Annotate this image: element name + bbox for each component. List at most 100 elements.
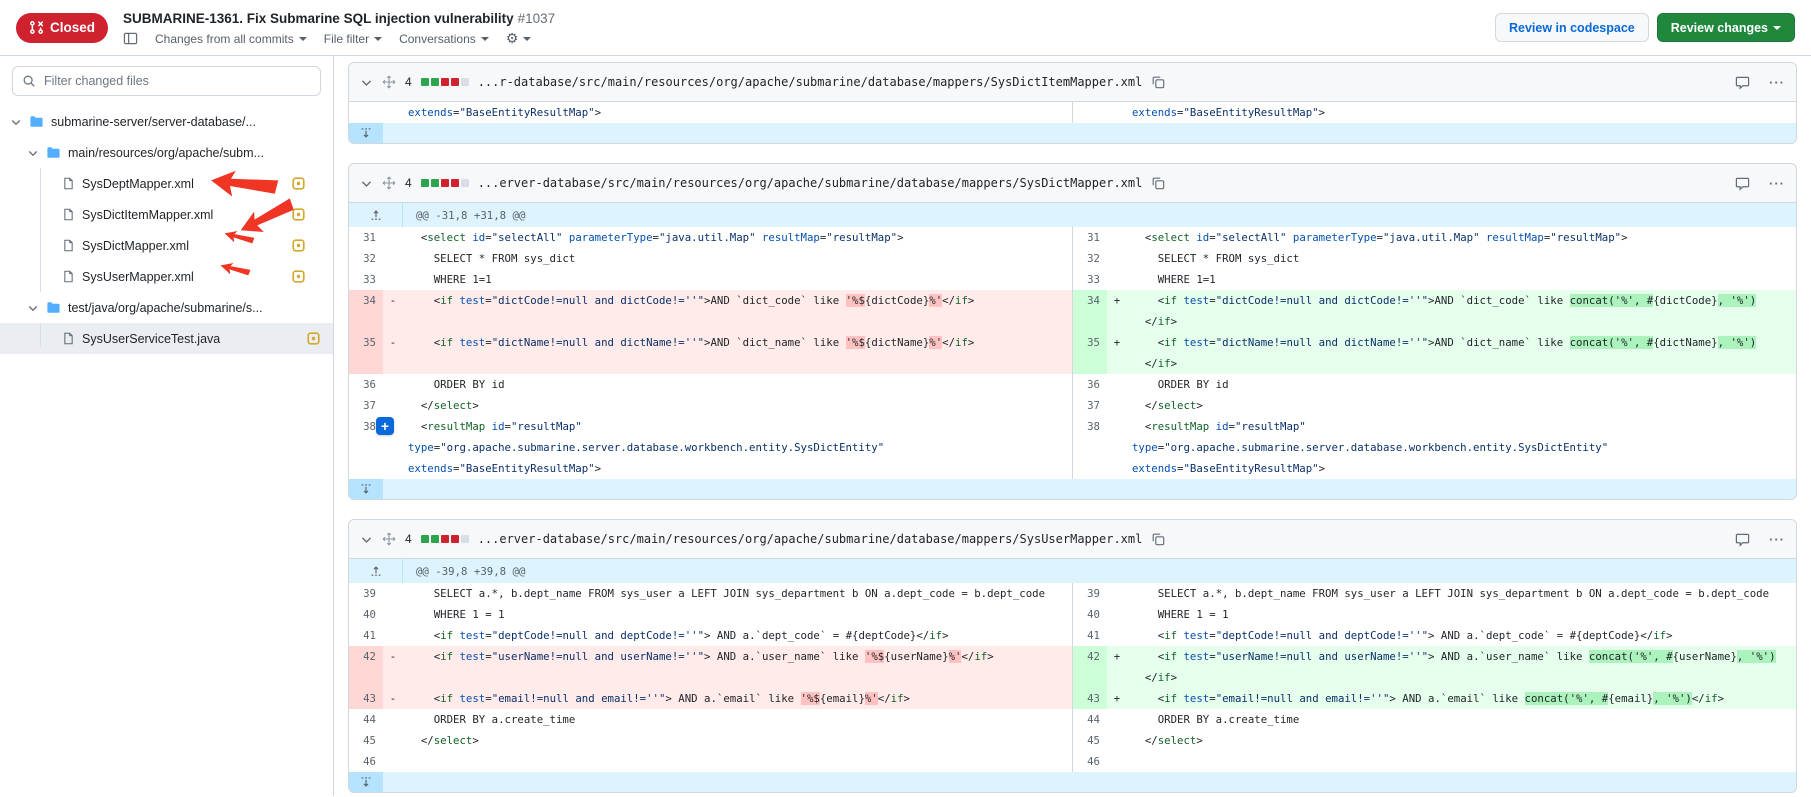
copy-path-icon[interactable] (1151, 532, 1165, 546)
line-number[interactable]: 42 (1073, 646, 1107, 688)
code-token: type (408, 441, 434, 454)
chevron-down-icon[interactable] (27, 147, 39, 159)
line-number[interactable]: 45 (349, 730, 383, 751)
code-token: > (472, 734, 478, 747)
code-cell (1127, 751, 1796, 772)
line-number[interactable]: 34 (349, 290, 383, 332)
comment-icon[interactable] (1735, 532, 1750, 547)
file-filter-dropdown[interactable]: File filter (324, 32, 382, 46)
line-number[interactable]: 46 (1073, 751, 1107, 772)
code-token: "dictCode!=null and dictCode!=''" (1216, 294, 1428, 307)
review-in-codespace-button[interactable]: Review in codespace (1495, 13, 1649, 42)
line-number[interactable]: 35 (349, 332, 383, 374)
tree-folder-test-java-org-apache-submarine-s-[interactable]: test/java/org/apache/submarine/s... (0, 292, 333, 323)
sidebar-toggle-icon[interactable] (123, 31, 138, 46)
code-token: , '%') (1718, 336, 1757, 349)
line-number[interactable]: 39 (1073, 583, 1107, 604)
file-filter-input[interactable] (42, 73, 311, 89)
code-token: test (1184, 336, 1210, 349)
tree-file-sysusermapper-xml[interactable]: SysUserMapper.xml (0, 261, 333, 292)
line-number[interactable]: 36 (1073, 374, 1107, 395)
tree-folder-main-resources-org-apache-subm-[interactable]: main/resources/org/apache/subm... (0, 137, 333, 168)
tree-file-sysuserservicetest-java[interactable]: SysUserServiceTest.java (0, 323, 333, 354)
line-number[interactable]: 46 (349, 751, 383, 772)
comment-icon[interactable] (1735, 176, 1750, 191)
code-token: id (1196, 231, 1209, 244)
code-cell (403, 751, 1072, 772)
line-number[interactable]: 31 (1073, 227, 1107, 248)
code-token: select (427, 231, 466, 244)
copy-path-icon[interactable] (1151, 176, 1165, 190)
diff-side-new: 41 <if test="deptCode!=null and deptCode… (1072, 625, 1796, 646)
tree-file-sysdictmapper-xml[interactable]: SysDictMapper.xml (0, 230, 333, 261)
diff-sign (1107, 102, 1127, 123)
line-number[interactable]: 37 (1073, 395, 1107, 416)
collapse-chevron-icon[interactable] (360, 76, 373, 89)
review-changes-button[interactable]: Review changes (1657, 13, 1795, 42)
diff-sign (1107, 416, 1127, 479)
kebab-menu-icon[interactable]: ··· (1769, 75, 1785, 90)
line-number[interactable]: 39 (349, 583, 383, 604)
code-token: %' (865, 692, 878, 705)
drag-handle-icon[interactable] (382, 176, 396, 190)
code-token: test (460, 692, 486, 705)
line-number[interactable]: 42 (349, 646, 383, 688)
copy-path-icon[interactable] (1151, 75, 1165, 89)
line-number[interactable]: 33 (1073, 269, 1107, 290)
diff-card: 4...r-database/src/main/resources/org/ap… (348, 62, 1797, 144)
line-number[interactable]: 43 (1073, 688, 1107, 709)
folder-icon (29, 114, 44, 129)
line-number[interactable] (1073, 102, 1107, 123)
tree-file-sysdictitemmapper-xml[interactable]: SysDictItemMapper.xml (0, 199, 333, 230)
line-number[interactable]: 32 (1073, 248, 1107, 269)
line-number[interactable]: 40 (1073, 604, 1107, 625)
collapse-chevron-icon[interactable] (360, 533, 373, 546)
line-number[interactable]: 43 (349, 688, 383, 709)
line-number[interactable]: 35 (1073, 332, 1107, 374)
tree-folder-submarine-server-server-database-[interactable]: submarine-server/server-database/... (0, 106, 333, 137)
line-number[interactable]: 41 (1073, 625, 1107, 646)
expand-down-button[interactable] (349, 479, 383, 499)
code-cell: ORDER BY id (1127, 374, 1796, 395)
drag-handle-icon[interactable] (382, 532, 396, 546)
add-comment-button[interactable]: + (376, 417, 394, 435)
file-path: ...erver-database/src/main/resources/org… (478, 176, 1143, 190)
code-token: > (987, 650, 993, 663)
tree-file-sysdeptmapper-xml[interactable]: SysDeptMapper.xml (0, 168, 333, 199)
line-number[interactable]: 37 (349, 395, 383, 416)
expand-up-button[interactable] (349, 559, 403, 583)
line-number[interactable]: 36 (349, 374, 383, 395)
code-cell: <if test="deptCode!=null and deptCode!='… (403, 625, 1072, 646)
line-number[interactable]: 41 (349, 625, 383, 646)
kebab-menu-icon[interactable]: ··· (1769, 176, 1785, 191)
line-number[interactable]: 44 (349, 709, 383, 730)
line-number[interactable]: 44 (1073, 709, 1107, 730)
diff-card: 4...erver-database/src/main/resources/or… (348, 519, 1797, 793)
line-number[interactable]: 31 (349, 227, 383, 248)
conversations-dropdown[interactable]: Conversations (399, 32, 489, 46)
gear-dropdown[interactable]: ⚙ (506, 30, 532, 47)
kebab-menu-icon[interactable]: ··· (1769, 532, 1785, 547)
chevron-down-icon[interactable] (10, 116, 22, 128)
chevron-down-icon[interactable] (27, 302, 39, 314)
code-token: > (1666, 629, 1672, 642)
collapse-chevron-icon[interactable] (360, 177, 373, 190)
code-token: '%$ (801, 692, 820, 705)
line-number[interactable]: 40 (349, 604, 383, 625)
expand-down-button[interactable] (349, 772, 383, 792)
line-number[interactable]: 34 (1073, 290, 1107, 332)
drag-handle-icon[interactable] (382, 75, 396, 89)
changes-from-dropdown[interactable]: Changes from all commits (155, 32, 307, 46)
file-path: ...erver-database/src/main/resources/org… (478, 532, 1143, 546)
comment-icon[interactable] (1735, 75, 1750, 90)
line-number[interactable] (349, 102, 383, 123)
diff-header-actions: ··· (1735, 75, 1785, 90)
line-number[interactable]: 45 (1073, 730, 1107, 751)
line-number[interactable]: 38 (1073, 416, 1107, 479)
line-number[interactable]: 33 (349, 269, 383, 290)
diff-side-old: 38 <resultMap id="resultMap"type="org.ap… (349, 416, 1072, 479)
folder-icon (46, 145, 61, 160)
line-number[interactable]: 32 (349, 248, 383, 269)
expand-up-button[interactable] (349, 203, 403, 227)
expand-down-button[interactable] (349, 123, 383, 143)
